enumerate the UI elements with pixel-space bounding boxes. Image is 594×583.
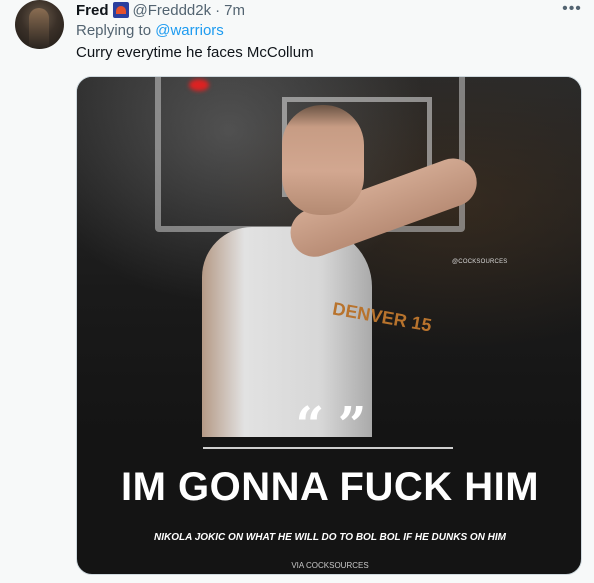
author-name[interactable]: Fred xyxy=(76,2,109,19)
avatar[interactable] xyxy=(15,0,64,49)
tweet[interactable]: Fred @Freddd2k · 7m ••• Replying to @war… xyxy=(0,0,594,583)
divider xyxy=(203,447,453,449)
media-watermark: @COCKSOURCES xyxy=(452,259,508,265)
media-credit: VIA COCKSOURCES xyxy=(291,561,369,570)
media-caption: NIKOLA JOKIC ON WHAT HE WILL DO TO BOL B… xyxy=(153,532,507,543)
reply-prefix: Replying to xyxy=(76,22,152,39)
reply-context: Replying to @warriors xyxy=(76,22,224,39)
media-photo: DENVER 15 @COCKSOURCES xyxy=(77,77,581,437)
author-handle[interactable]: @Freddd2k xyxy=(133,2,212,19)
reply-mention-link[interactable]: @warriors xyxy=(155,22,224,39)
separator-dot: · xyxy=(215,1,221,19)
tweet-header: Fred @Freddd2k · 7m xyxy=(76,0,245,20)
tweet-timestamp[interactable]: 7m xyxy=(224,2,245,19)
arena-light xyxy=(189,79,209,91)
quote-mark-icon: “ ” xyxy=(295,395,367,454)
tweet-media-image[interactable]: DENVER 15 @COCKSOURCES “ ” IM GONNA FUCK… xyxy=(76,76,582,575)
more-options-icon[interactable]: ••• xyxy=(560,0,584,18)
team-logo-icon xyxy=(112,2,129,18)
tweet-text: Curry everytime he faces McCollum xyxy=(76,44,314,61)
media-headline: IM GONNA FUCK HIM xyxy=(120,465,540,509)
player-head xyxy=(282,105,364,215)
avatar-figure xyxy=(29,8,49,48)
